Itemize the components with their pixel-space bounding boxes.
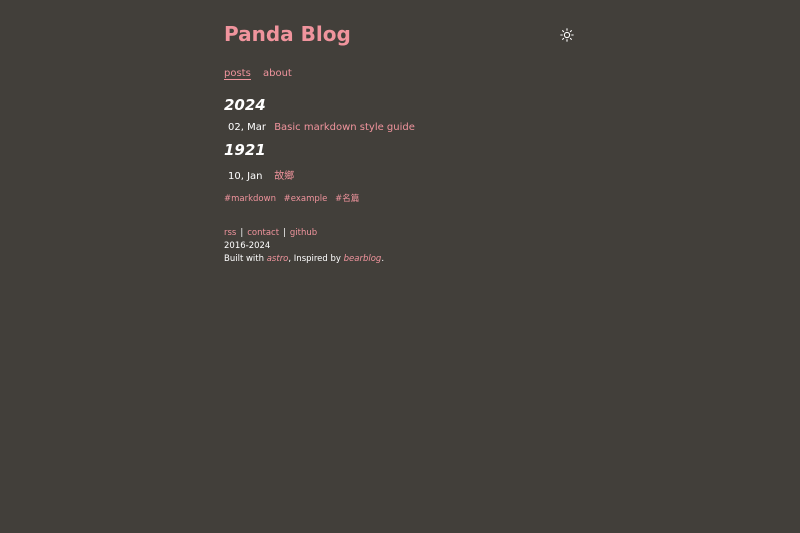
year-heading: 2024 bbox=[224, 96, 266, 114]
theme-toggle-button[interactable] bbox=[560, 27, 574, 42]
footer-built-with: Built with astro, Inspired by bearblog. bbox=[224, 254, 384, 264]
footer-link-rss[interactable]: rss bbox=[224, 228, 236, 238]
built-suffix: . bbox=[381, 254, 385, 264]
post-link[interactable]: 故鄉 bbox=[274, 171, 294, 182]
tag-link-markdown[interactable]: #markdown bbox=[224, 194, 276, 204]
site-title[interactable]: Panda Blog bbox=[224, 22, 351, 46]
year-heading: 1921 bbox=[224, 141, 266, 159]
bearblog-link[interactable]: bearblog bbox=[344, 254, 382, 264]
page: Panda Blog posts about 2024 02, Mar Basi… bbox=[0, 0, 800, 533]
footer-link-contact[interactable]: contact bbox=[247, 228, 279, 238]
tag-link-example[interactable]: #example bbox=[284, 194, 328, 204]
tag-list: #markdown #example #名篇 bbox=[224, 192, 364, 204]
post-date: 10, Jan bbox=[228, 171, 263, 182]
footer-copyright-years: 2016-2024 bbox=[224, 241, 271, 251]
post-list-item: 02, Mar Basic markdown style guide bbox=[228, 122, 415, 133]
built-middle: , Inspired by bbox=[288, 254, 344, 264]
main-nav: posts about bbox=[224, 68, 301, 80]
footer-link-github[interactable]: github bbox=[290, 228, 317, 238]
tag-link-famous[interactable]: #名篇 bbox=[335, 194, 359, 204]
sun-icon bbox=[560, 28, 574, 42]
astro-link[interactable]: astro bbox=[267, 254, 289, 264]
footer-separator: | bbox=[283, 228, 286, 238]
post-date: 02, Mar bbox=[228, 122, 266, 133]
nav-item-about[interactable]: about bbox=[263, 68, 292, 79]
nav-item-posts[interactable]: posts bbox=[224, 68, 251, 80]
post-link[interactable]: Basic markdown style guide bbox=[274, 122, 415, 133]
built-prefix: Built with bbox=[224, 254, 267, 264]
footer-separator: | bbox=[240, 228, 244, 238]
post-list-item: 10, Jan 故鄉 bbox=[228, 167, 294, 182]
footer-links: rss | contact | github bbox=[224, 228, 317, 238]
